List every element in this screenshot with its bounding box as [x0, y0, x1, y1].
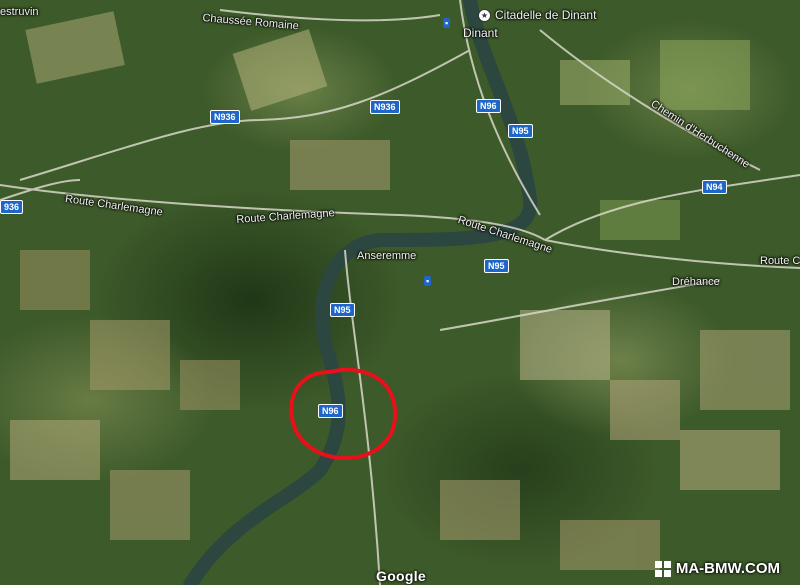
anseremme-label[interactable]: Anseremme — [357, 250, 416, 262]
road-shield-n96: N96 — [318, 404, 343, 418]
road-shield-n95: N95 — [508, 124, 533, 138]
citadelle-poi[interactable]: ★ Citadelle de Dinant — [478, 8, 596, 22]
road-shield-n936: N936 — [370, 100, 400, 114]
watermark-text: MA-BMW.COM — [675, 560, 780, 577]
road-shield-n96: N96 — [476, 99, 501, 113]
route-east-label: Route C — [760, 255, 800, 267]
drehance-label[interactable]: Dréhance — [672, 276, 720, 288]
bus-stop-icon: ▪ — [443, 18, 451, 28]
road-shield-n95: N95 — [484, 259, 509, 273]
watermark: MA-BMW.COM — [654, 560, 780, 577]
dinant-label[interactable]: Dinant — [463, 26, 498, 40]
estruvin-label: estruvin — [0, 6, 39, 18]
map-terrain — [0, 0, 800, 585]
watermark-logo-icon — [654, 560, 671, 577]
road-shield-n94: N94 — [702, 180, 727, 194]
landmark-icon: ★ — [478, 8, 491, 22]
road-shield-n95: N95 — [330, 303, 355, 317]
google-attribution: Google — [376, 568, 427, 584]
bus-stop-icon: ▪ — [424, 276, 432, 286]
satellite-map[interactable]: ★ Citadelle de Dinant Dinant Anseremme D… — [0, 0, 800, 585]
road-shield-n936: N936 — [210, 110, 240, 124]
citadelle-label: Citadelle de Dinant — [495, 8, 597, 22]
road-shield-936: 936 — [0, 200, 24, 214]
